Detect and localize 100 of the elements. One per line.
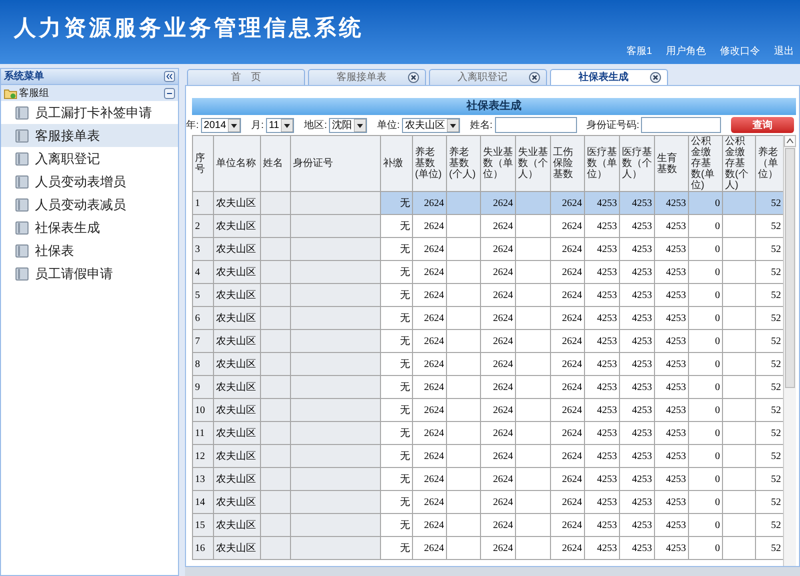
table-cell-text: 10 xyxy=(195,404,206,418)
table-cell-text: 无 xyxy=(399,542,410,556)
table-cell-text: 2624 xyxy=(423,518,444,532)
text-field[interactable] xyxy=(641,117,722,133)
header-link[interactable]: 用户角色 xyxy=(666,44,706,59)
table-row[interactable]: 5 农夫山区 无 2624 2624 2624 4253 4253 4253 0 52 xyxy=(192,284,783,306)
close-icon[interactable] xyxy=(408,72,419,83)
table-cell-text: 农夫山区 xyxy=(216,312,257,326)
table-cell-text: 无 xyxy=(399,380,410,394)
table-row[interactable]: 11 农夫山区 无 2624 2624 2624 4253 4253 4253 0 52 xyxy=(192,422,783,444)
dropdown-field[interactable]: 2014 xyxy=(200,118,242,132)
table-cell-text: 52 xyxy=(770,334,781,348)
text-field[interactable] xyxy=(494,117,577,133)
scroll-thumb[interactable] xyxy=(785,148,795,388)
table-cell-text: 2624 xyxy=(423,358,444,372)
table-row[interactable]: 9 农夫山区 无 2624 2624 2624 4253 4253 4253 0 52 xyxy=(192,376,783,398)
table-cell-text: 2624 xyxy=(492,404,513,418)
table-cell-text: 4253 xyxy=(631,312,652,326)
table-cell-text: 无 xyxy=(399,312,410,326)
table-row[interactable]: 14 农夫山区 无 2624 2624 2624 4253 4253 4253 0 52 xyxy=(192,490,783,514)
table-cell-text: 4253 xyxy=(665,266,686,280)
close-icon[interactable] xyxy=(650,72,661,83)
table-cell-text: 52 xyxy=(770,220,781,234)
dropdown-field[interactable]: 农夫山区 xyxy=(402,118,460,132)
table-cell-text: 农夫山区 xyxy=(216,220,257,234)
table-cell-text: 2624 xyxy=(561,426,582,440)
column-header: 养老（单位） xyxy=(756,136,783,192)
table-cell-text: 2624 xyxy=(423,312,444,326)
table-cell-text: 2624 xyxy=(492,266,513,280)
table-cell-text: 4253 xyxy=(665,404,686,418)
table-cell-text: 52 xyxy=(770,358,781,372)
table-cell-text: 0 xyxy=(714,450,720,464)
table-row[interactable]: 16 农夫山区 无 2624 2624 2624 4253 4253 4253 0 52 xyxy=(192,536,783,560)
table-row[interactable]: 10 农夫山区 无 2624 2624 2624 4253 4253 4253 0 52 xyxy=(192,398,783,422)
filter-label: 年: xyxy=(186,118,199,132)
minus-icon[interactable] xyxy=(164,88,175,98)
tab[interactable]: 入离职登记 xyxy=(429,69,547,85)
table-cell-text: 2624 xyxy=(492,472,513,486)
table-cell-text: 4253 xyxy=(596,242,617,256)
document-icon xyxy=(15,152,29,166)
dropdown-arrow-icon xyxy=(354,118,366,132)
dropdown-field[interactable]: 沈阳 xyxy=(328,118,367,132)
table-row[interactable]: 1 农夫山区 无 2624 2624 2624 4253 4253 4253 0 52 xyxy=(192,192,783,214)
table-cell-text: 52 xyxy=(770,450,781,464)
table-row[interactable]: 15 农夫山区 无 2624 2624 2624 4253 4253 4253 0 52 xyxy=(192,514,783,536)
table-cell-text: 无 xyxy=(399,450,410,464)
tab[interactable]: 客服接单表 xyxy=(308,69,426,85)
table-row[interactable]: 12 农夫山区 无 2624 2624 2624 4253 4253 4253 0 52 xyxy=(192,444,783,468)
header-link[interactable]: 修改口令 xyxy=(720,44,760,59)
tab[interactable]: 首 页 xyxy=(187,69,305,85)
table-cell-text: 无 xyxy=(399,518,410,532)
table-cell-text: 2624 xyxy=(561,404,582,418)
document-icon xyxy=(15,244,29,258)
table-row[interactable]: 7 农夫山区 无 2624 2624 2624 4253 4253 4253 0 52 xyxy=(192,330,783,352)
scrollbar[interactable] xyxy=(783,135,796,566)
table-cell-text: 2624 xyxy=(423,196,444,210)
table-cell-text: 4253 xyxy=(631,518,652,532)
table-cell-text: 2624 xyxy=(423,426,444,440)
table-row[interactable]: 4 农夫山区 无 2624 2624 2624 4253 4253 4253 0 52 xyxy=(192,260,783,284)
table-cell-text: 52 xyxy=(770,518,781,532)
table-cell-text: 4253 xyxy=(596,426,617,440)
close-icon[interactable] xyxy=(529,72,540,83)
table-cell-text: 4253 xyxy=(596,518,617,532)
table-row[interactable]: 6 农夫山区 无 2624 2624 2624 4253 4253 4253 0 52 xyxy=(192,306,783,330)
tab[interactable]: 社保表生成 xyxy=(550,69,668,85)
header-link[interactable]: 退出 xyxy=(774,44,794,59)
table-cell-text: 13 xyxy=(195,472,206,486)
table-cell-text: 0 xyxy=(714,220,720,234)
table-cell-text: 农夫山区 xyxy=(216,266,257,280)
scroll-up-icon[interactable] xyxy=(784,135,796,147)
table-cell-text: 0 xyxy=(714,542,720,556)
dropdown-field[interactable]: 11 xyxy=(266,118,294,132)
table-cell-text: 4253 xyxy=(631,472,652,486)
table-cell-text: 0 xyxy=(714,242,720,256)
table-row[interactable]: 2 农夫山区 无 2624 2624 2624 4253 4253 4253 0 52 xyxy=(192,214,783,238)
table-cell-text: 农夫山区 xyxy=(216,380,257,394)
search-button[interactable]: 查询 xyxy=(731,117,794,133)
table-cell-text: 0 xyxy=(714,312,720,326)
group-header[interactable]: 客服组 xyxy=(1,84,178,101)
table-cell-text: 2624 xyxy=(561,496,582,510)
header-link[interactable]: 客服1 xyxy=(626,44,652,59)
table-cell-text: 农夫山区 xyxy=(216,426,257,440)
table-row[interactable]: 8 农夫山区 无 2624 2624 2624 4253 4253 4253 0 52 xyxy=(192,352,783,376)
table-cell-text: 4253 xyxy=(631,496,652,510)
table-cell-text: 52 xyxy=(770,288,781,302)
table-cell-text: 52 xyxy=(770,426,781,440)
column-header: 单位名称 xyxy=(214,136,260,192)
table-cell-text: 0 xyxy=(714,380,720,394)
menu-item[interactable]: 客服接单表 xyxy=(1,124,178,147)
document-icon xyxy=(15,106,29,120)
table-cell-text: 2624 xyxy=(423,472,444,486)
table-cell-text: 7 xyxy=(195,334,201,348)
collapse-icon[interactable] xyxy=(164,71,175,82)
table-cell-text: 农夫山区 xyxy=(216,288,257,302)
table-cell-text: 4253 xyxy=(665,312,686,326)
table-row[interactable]: 3 农夫山区 无 2624 2624 2624 4253 4253 4253 0 52 xyxy=(192,238,783,260)
table-row[interactable]: 13 农夫山区 无 2624 2624 2624 4253 4253 4253 0 52 xyxy=(192,468,783,490)
table-cell-text: 2624 xyxy=(423,496,444,510)
table-cell-text: 农夫山区 xyxy=(216,358,257,372)
group-label: 客服组 xyxy=(19,86,49,100)
